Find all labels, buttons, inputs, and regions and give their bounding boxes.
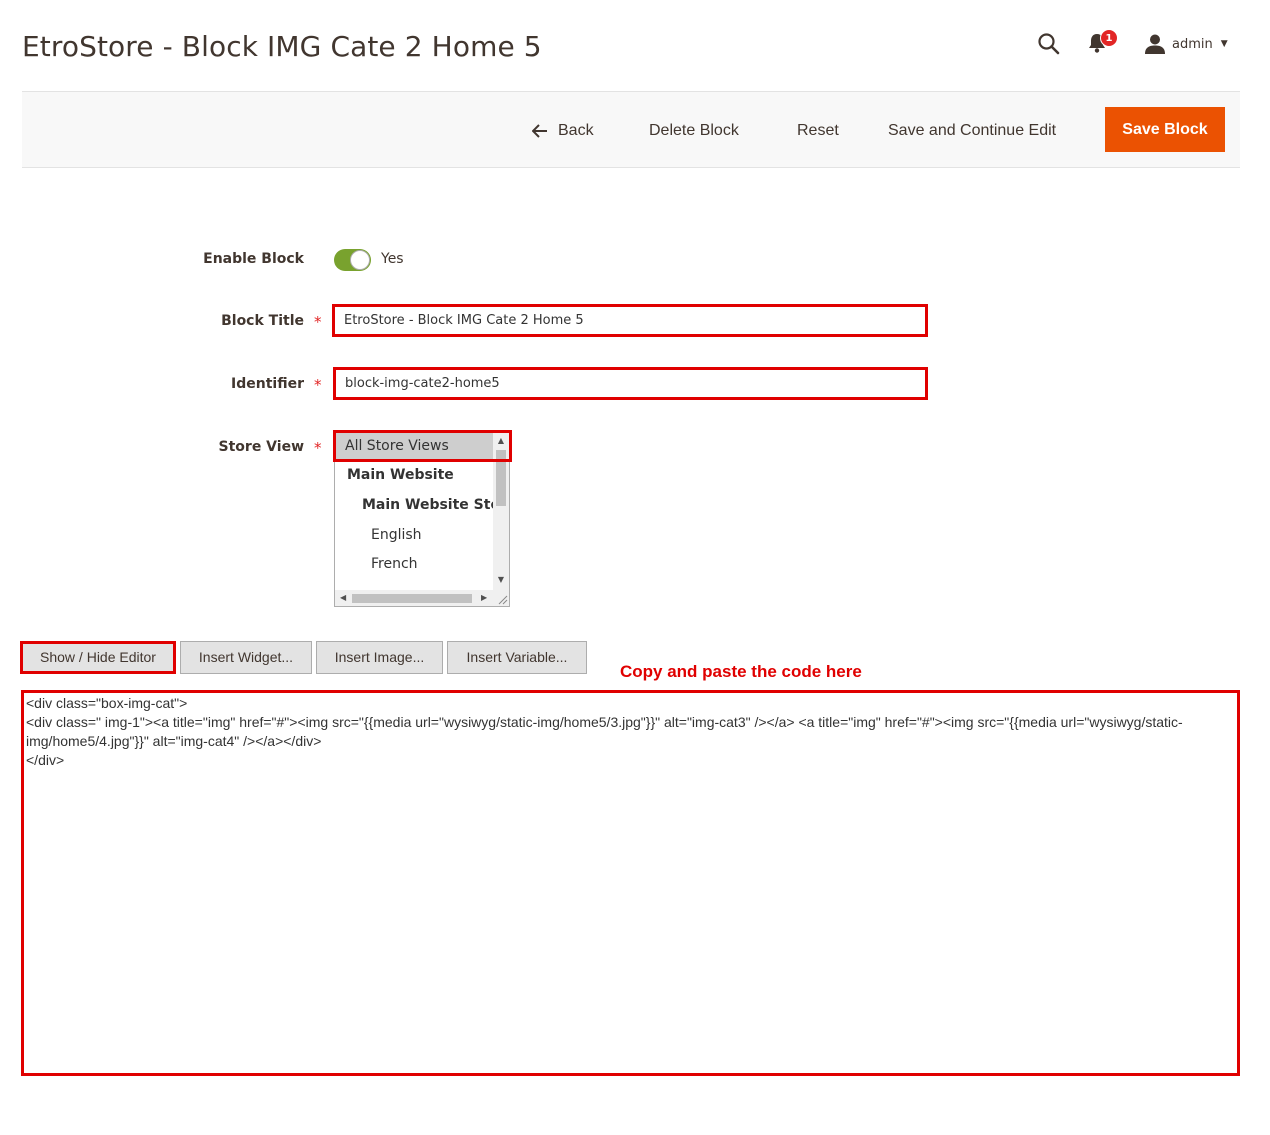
reset-button[interactable]: Reset — [797, 115, 839, 147]
store-view-option-main-website-store[interactable]: Main Website Store — [335, 491, 493, 520]
store-view-option-main-website[interactable]: Main Website — [335, 461, 493, 490]
back-button[interactable]: Back — [532, 115, 594, 147]
delete-block-button[interactable]: Delete Block — [649, 115, 739, 147]
block-title-input[interactable] — [332, 304, 928, 337]
notifications-button[interactable]: 1 — [1086, 29, 1118, 57]
store-view-option-french[interactable]: French — [335, 550, 493, 579]
enable-block-toggle[interactable] — [334, 249, 371, 271]
scroll-down-icon[interactable]: ▼ — [493, 575, 509, 585]
scroll-up-icon[interactable]: ▲ — [493, 436, 509, 446]
insert-variable-button[interactable]: Insert Variable... — [447, 641, 587, 674]
horizontal-scrollbar[interactable]: ◀ ▶ — [335, 590, 493, 606]
required-asterisk: * — [314, 439, 322, 457]
insert-widget-button[interactable]: Insert Widget... — [180, 641, 312, 674]
store-view-multiselect[interactable]: All Store Views Main Website Main Websit… — [334, 431, 510, 607]
chevron-down-icon: ▼ — [1220, 39, 1228, 49]
instruction-annotation: Copy and paste the code here — [620, 662, 862, 681]
store-view-option-all[interactable]: All Store Views — [335, 432, 493, 461]
back-label: Back — [558, 122, 594, 139]
arrow-left-icon — [532, 124, 547, 138]
search-icon[interactable] — [1036, 31, 1062, 57]
identifier-label: Identifier — [231, 376, 304, 392]
resize-handle[interactable] — [493, 590, 509, 606]
user-name: admin — [1172, 36, 1213, 52]
vertical-scrollbar[interactable]: ▲ ▼ — [493, 432, 509, 592]
enable-block-value: Yes — [381, 251, 404, 267]
header-actions: 1 admin ▼ — [970, 28, 1270, 58]
resize-grip-icon — [498, 595, 508, 605]
required-asterisk: * — [314, 313, 322, 331]
identifier-input[interactable] — [333, 367, 928, 400]
enable-block-label: Enable Block — [203, 251, 304, 267]
required-asterisk: * — [314, 376, 322, 394]
show-hide-editor-button[interactable]: Show / Hide Editor — [20, 641, 176, 674]
page-actions-toolbar: Back Delete Block Reset Save and Continu… — [22, 91, 1240, 168]
vertical-scroll-thumb[interactable] — [496, 450, 506, 506]
insert-image-button[interactable]: Insert Image... — [316, 641, 443, 674]
scroll-right-icon[interactable]: ▶ — [481, 593, 487, 603]
save-block-button[interactable]: Save Block — [1105, 107, 1225, 152]
horizontal-scroll-thumb[interactable] — [352, 594, 472, 603]
store-view-option-english[interactable]: English — [335, 521, 493, 550]
notification-count-badge: 1 — [1100, 29, 1118, 47]
store-view-label: Store View — [218, 439, 304, 455]
save-and-continue-button[interactable]: Save and Continue Edit — [888, 115, 1056, 147]
user-menu[interactable]: admin ▼ — [1144, 32, 1228, 56]
toggle-knob — [350, 250, 370, 270]
user-icon — [1145, 34, 1165, 54]
scroll-left-icon[interactable]: ◀ — [340, 593, 346, 603]
block-title-label: Block Title — [221, 313, 304, 329]
page-title: EtroStore - Block IMG Cate 2 Home 5 — [22, 30, 542, 63]
content-editor-textarea[interactable]: <div class="box-img-cat"> <div class=" i… — [21, 690, 1240, 1076]
